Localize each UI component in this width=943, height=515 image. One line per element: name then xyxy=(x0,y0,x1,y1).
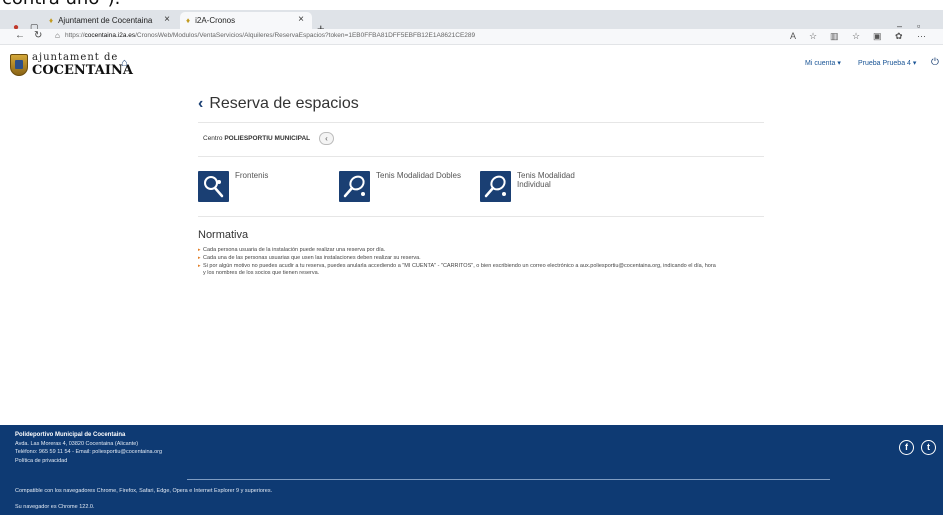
extensions-icon[interactable]: ✿ xyxy=(895,31,903,42)
list-item: Cada una de las personas usuarias que us… xyxy=(198,255,718,262)
normativa-list: Cada persona usuaria de la instalación p… xyxy=(198,247,718,278)
site-header: ajuntament de COCENTAINA ⌂ Mi cuenta ▾ P… xyxy=(0,45,943,89)
footer-title: Polideportivo Municipal de Cocentaina xyxy=(15,432,126,438)
back-chevron-icon[interactable]: ‹ xyxy=(198,95,203,112)
footer-browser-info: Su navegador es Chrome 122.0. xyxy=(15,504,95,510)
chevron-left-icon: ‹ xyxy=(325,134,328,143)
centro-selector: Centro POLIESPORTIU MUNICIPAL xyxy=(203,135,310,142)
list-item: Si por algún motivo no puedes acudir a t… xyxy=(198,263,718,277)
cropped-caption-text: contra uno"). xyxy=(2,0,120,9)
close-tab-icon[interactable]: × xyxy=(298,14,304,25)
back-arrow-icon[interactable]: ← xyxy=(15,30,25,41)
divider xyxy=(198,122,764,123)
privacy-link[interactable]: Política de privacidad xyxy=(15,458,67,464)
chevron-down-icon: ▾ xyxy=(837,60,841,67)
url-path: /CronosWeb/Modulos/VentaServicios/Alquil… xyxy=(135,32,476,39)
service-label: Tenis Modalidad Individual xyxy=(517,171,575,189)
collections-icon[interactable]: ▣ xyxy=(873,31,882,42)
divider xyxy=(198,156,764,157)
split-screen-icon[interactable]: ▥ xyxy=(830,31,839,42)
url-prefix: https:// xyxy=(65,32,85,39)
cocentaina-shield-logo[interactable] xyxy=(10,54,28,76)
tab-title: i2A-Cronos xyxy=(195,16,236,25)
tennis-racket-icon xyxy=(339,171,370,202)
user-label: Prueba Prueba 4 xyxy=(858,60,911,67)
centro-value: POLIESPORTIU MUNICIPAL xyxy=(224,135,311,142)
service-label: Tenis Modalidad Dobles xyxy=(376,171,461,180)
footer-address: Avda. Las Moreras 4, 03820 Cocentaina (A… xyxy=(15,441,139,447)
home-icon[interactable]: ⌂ xyxy=(121,57,128,69)
normativa-heading: Normativa xyxy=(198,229,249,241)
browser-tab-cronos[interactable]: ♦ i2A-Cronos × xyxy=(180,12,312,29)
cropped-caption: contra uno"). xyxy=(0,0,943,10)
footer-contact: Teléfono: 965 59 11 54 - Email: poliespo… xyxy=(15,449,163,455)
favorites-icon[interactable]: ☆ xyxy=(852,31,860,42)
frontenis-icon xyxy=(198,171,229,202)
reload-icon[interactable]: ↻ xyxy=(34,30,42,41)
site-footer: Polideportivo Municipal de Cocentaina Av… xyxy=(0,425,943,515)
browser-tab-bar: ● ▢ ♦ Ajuntament de Cocentaina × ♦ i2A-C… xyxy=(0,10,943,36)
twitter-icon[interactable]: t xyxy=(921,440,936,455)
read-aloud-icon[interactable]: A xyxy=(790,31,796,41)
url-field[interactable]: https://cocentaina.i2a.es/CronosWeb/Modu… xyxy=(65,32,475,39)
favicon-icon: ♦ xyxy=(186,16,191,25)
lock-icon[interactable]: ⌂ xyxy=(55,31,60,40)
my-account-label: Mi cuenta xyxy=(805,60,836,67)
logo-text-top: ajuntament de xyxy=(32,52,119,63)
facebook-icon[interactable]: f xyxy=(899,440,914,455)
user-menu[interactable]: Prueba Prueba 4 ▾ xyxy=(858,59,916,67)
close-tab-icon[interactable]: × xyxy=(164,14,170,25)
more-menu-icon[interactable]: ⋯ xyxy=(917,31,926,42)
tab-title: Ajuntament de Cocentaina xyxy=(58,16,153,25)
tennis-racket-icon xyxy=(480,171,511,202)
favicon-icon: ♦ xyxy=(49,16,54,25)
footer-compat: Compatible con los navegadores Chrome, F… xyxy=(15,488,273,494)
chevron-down-icon: ▾ xyxy=(912,60,917,67)
list-item: Cada persona usuaria de la instalación p… xyxy=(198,247,718,254)
address-bar: ← ↻ ⌂ https://cocentaina.i2a.es/CronosWe… xyxy=(0,29,943,45)
favorite-star-icon[interactable]: ☆ xyxy=(809,31,817,42)
my-account-menu[interactable]: Mi cuenta ▾ xyxy=(805,59,841,67)
centro-label: Centro xyxy=(203,135,223,142)
url-host: cocentaina.i2a.es xyxy=(84,32,136,39)
divider xyxy=(198,216,764,217)
service-label: Frontenis xyxy=(235,171,269,180)
page-title: ‹ Reserva de espacios xyxy=(198,95,359,113)
browser-tab-ajuntament[interactable]: ♦ Ajuntament de Cocentaina × xyxy=(43,12,178,29)
logo-text-bottom: COCENTAINA xyxy=(32,63,133,78)
centro-change-button[interactable]: ‹ xyxy=(319,132,334,145)
divider xyxy=(187,479,830,480)
logout-power-icon[interactable]: ⏻ xyxy=(931,57,939,68)
page-title-text: Reserva de espacios xyxy=(209,95,359,112)
